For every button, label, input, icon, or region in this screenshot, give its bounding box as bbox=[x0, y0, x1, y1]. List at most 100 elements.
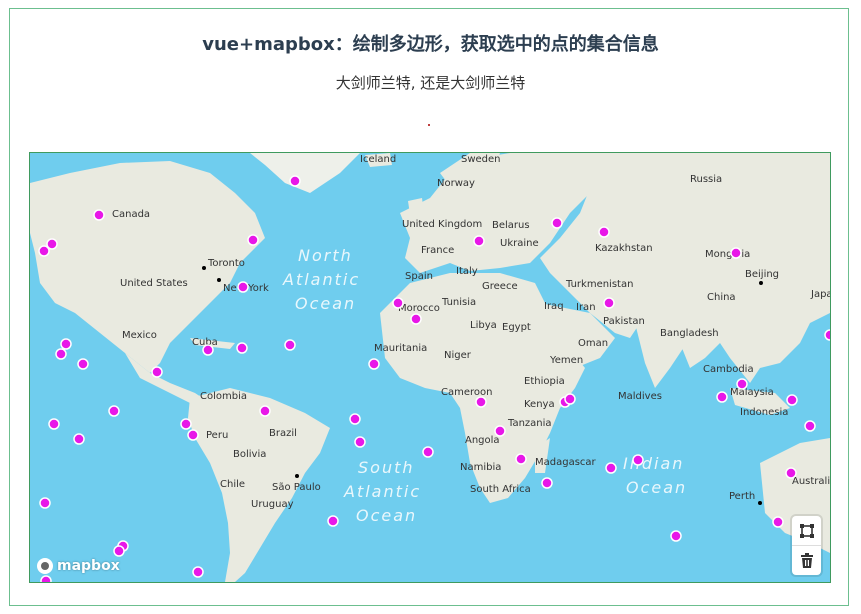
label-kazakhstan: Kazakhstan bbox=[595, 243, 653, 254]
map-marker[interactable] bbox=[151, 366, 163, 378]
map-marker[interactable] bbox=[259, 405, 271, 417]
label-namibia: Namibia bbox=[460, 462, 501, 473]
ocean-label: Atlantic bbox=[282, 270, 360, 289]
draw-polygon-button[interactable] bbox=[792, 516, 821, 545]
map-marker[interactable] bbox=[632, 454, 644, 466]
map-marker[interactable] bbox=[180, 418, 192, 430]
map-marker[interactable] bbox=[730, 247, 742, 259]
map-marker[interactable] bbox=[38, 245, 50, 257]
label-oman: Oman bbox=[578, 338, 608, 349]
mapbox-logo-text: mapbox bbox=[57, 558, 120, 574]
map-marker[interactable] bbox=[192, 566, 204, 578]
map-marker[interactable] bbox=[515, 453, 527, 465]
map-marker[interactable] bbox=[202, 344, 214, 356]
ocean-label: Ocean bbox=[295, 294, 356, 313]
label-sweden: Sweden bbox=[461, 154, 501, 165]
map-marker[interactable] bbox=[473, 235, 485, 247]
map-marker[interactable] bbox=[60, 338, 72, 350]
map-marker[interactable] bbox=[736, 378, 748, 390]
label-ethiopia: Ethiopia bbox=[524, 376, 565, 387]
map-marker[interactable] bbox=[786, 394, 798, 406]
map-marker[interactable] bbox=[55, 348, 67, 360]
label-iraq: Iraq bbox=[544, 301, 564, 312]
map-marker[interactable] bbox=[93, 209, 105, 221]
map-marker[interactable] bbox=[824, 329, 830, 341]
label-brazil: Brazil bbox=[269, 428, 297, 439]
city-dot-sao-paulo bbox=[295, 474, 299, 478]
city-dot-new-york bbox=[217, 278, 221, 282]
map-marker[interactable] bbox=[551, 217, 563, 229]
map-marker[interactable] bbox=[40, 575, 52, 582]
map-marker[interactable] bbox=[494, 425, 506, 437]
map-marker[interactable] bbox=[289, 175, 301, 187]
label-bangladesh: Bangladesh bbox=[660, 328, 719, 339]
label-canada: Canada bbox=[112, 209, 150, 220]
label-pakistan: Pakistan bbox=[603, 316, 645, 327]
label-uruguay: Uruguay bbox=[251, 499, 294, 510]
map-marker[interactable] bbox=[187, 429, 199, 441]
label-turkmenistan: Turkmenistan bbox=[565, 279, 633, 290]
page-title: vue+mapbox：绘制多边形，获取选中的点的集合信息 bbox=[202, 34, 659, 55]
map-marker[interactable] bbox=[541, 477, 553, 489]
label-angola: Angola bbox=[465, 435, 500, 446]
label-greece: Greece bbox=[482, 281, 518, 292]
map-marker[interactable] bbox=[237, 281, 249, 293]
ocean-label: South bbox=[358, 458, 415, 477]
map-marker[interactable] bbox=[603, 297, 615, 309]
label-sao-paulo: São Paulo bbox=[272, 482, 321, 493]
label-toronto: Toronto bbox=[207, 258, 245, 269]
label-tanzania: Tanzania bbox=[507, 418, 552, 429]
label-russia: Russia bbox=[690, 174, 722, 185]
label-france: France bbox=[421, 245, 454, 256]
map-marker[interactable] bbox=[772, 516, 784, 528]
label-indonesia: Indonesia bbox=[740, 407, 788, 418]
city-dot-perth bbox=[758, 501, 762, 505]
label-maldives: Maldives bbox=[618, 391, 662, 402]
map-marker[interactable] bbox=[39, 497, 51, 509]
draw-controls bbox=[792, 516, 821, 575]
map-marker[interactable] bbox=[598, 226, 610, 238]
city-dot-beijing bbox=[759, 281, 763, 285]
label-south-africa: South Africa bbox=[470, 484, 531, 495]
map-marker[interactable] bbox=[670, 530, 682, 542]
map-marker[interactable] bbox=[327, 515, 339, 527]
label-iceland: Iceland bbox=[360, 154, 396, 165]
label-peru: Peru bbox=[206, 430, 228, 441]
map-marker[interactable] bbox=[410, 313, 422, 325]
map-marker[interactable] bbox=[475, 396, 487, 408]
map-marker[interactable] bbox=[247, 234, 259, 246]
map-svg[interactable]: North Atlantic Ocean South Atlantic Ocea… bbox=[30, 153, 830, 582]
label-libya: Libya bbox=[470, 320, 497, 331]
map-marker[interactable] bbox=[392, 297, 404, 309]
map-marker[interactable] bbox=[804, 420, 816, 432]
map-marker[interactable] bbox=[113, 545, 125, 557]
map-marker[interactable] bbox=[422, 446, 434, 458]
map-canvas[interactable]: North Atlantic Ocean South Atlantic Ocea… bbox=[29, 152, 831, 583]
map-marker[interactable] bbox=[716, 391, 728, 403]
map-marker[interactable] bbox=[785, 467, 797, 479]
city-dot-toronto bbox=[202, 266, 206, 270]
map-marker[interactable] bbox=[73, 433, 85, 445]
label-united-states: United States bbox=[120, 278, 188, 289]
label-ukraine: Ukraine bbox=[500, 238, 539, 249]
map-marker[interactable] bbox=[48, 418, 60, 430]
map-marker[interactable] bbox=[349, 413, 361, 425]
label-malaysia: Malaysia bbox=[730, 387, 774, 398]
delete-button[interactable] bbox=[792, 545, 821, 575]
map-marker[interactable] bbox=[605, 462, 617, 474]
label-kenya: Kenya bbox=[524, 399, 555, 410]
map-marker[interactable] bbox=[77, 358, 89, 370]
map-marker[interactable] bbox=[368, 358, 380, 370]
map-marker[interactable] bbox=[236, 342, 248, 354]
map-marker[interactable] bbox=[354, 436, 366, 448]
label-uk: United Kingdom bbox=[402, 219, 482, 230]
label-perth: Perth bbox=[729, 491, 755, 502]
mapbox-logo[interactable]: mapbox bbox=[37, 558, 120, 574]
page-subtitle: 大剑师兰特, 还是大剑师兰特 bbox=[335, 74, 526, 92]
map-marker[interactable] bbox=[564, 393, 576, 405]
map-marker[interactable] bbox=[284, 339, 296, 351]
label-japan: Japan bbox=[810, 289, 830, 300]
map-marker[interactable] bbox=[108, 405, 120, 417]
mapbox-logo-icon bbox=[37, 558, 53, 574]
ocean-label: Atlantic bbox=[343, 482, 421, 501]
